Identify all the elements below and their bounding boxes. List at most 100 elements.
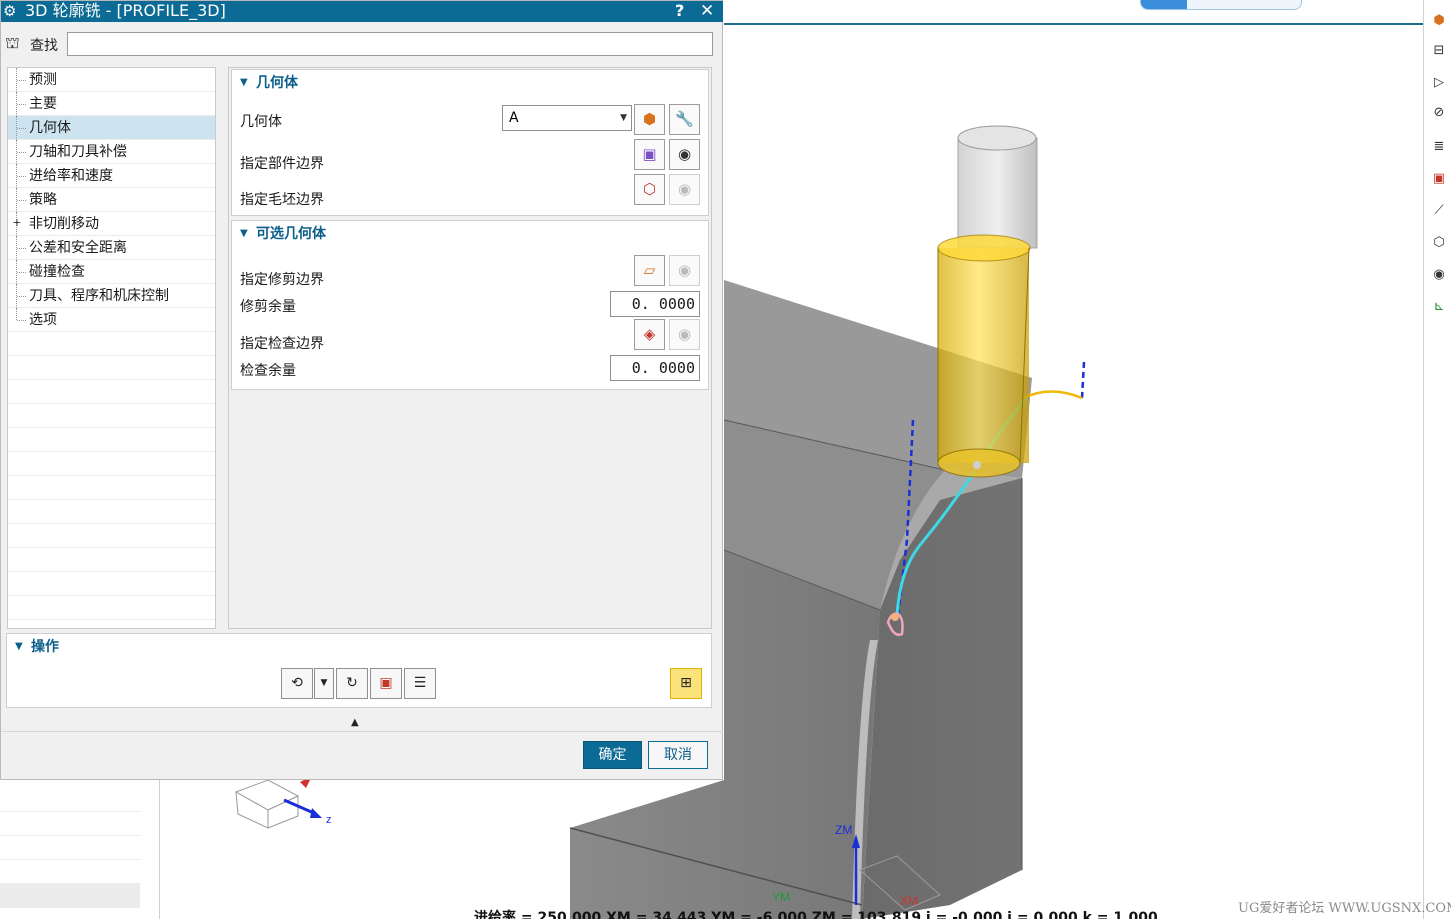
cancel-button[interactable]: 取消 xyxy=(648,741,708,769)
footer-divider xyxy=(1,731,723,732)
retract-path-blue xyxy=(1080,361,1086,399)
status-readout: 进给率 = 250.000 XM = 34.443 YM = -6.000 ZM… xyxy=(474,910,1158,919)
optional-group-header[interactable]: ▼ 可选几何体 xyxy=(232,221,708,247)
tree-item-label: 刀具、程序和机床控制 xyxy=(29,288,169,304)
tree-item-label: 公差和安全距离 xyxy=(29,240,127,256)
geometry-group: ▼ 几何体 几何体 A ▼ ⬢ 🔧 指定部件边界 ▣ ◉ 指定毛坯边界 ⬡ ◉ xyxy=(231,69,709,216)
tree-item-non-cutting-moves[interactable]: + 非切削移动 xyxy=(8,212,215,236)
tree-item-tolerances[interactable]: 公差和安全距离 xyxy=(8,236,215,260)
hide-icon[interactable]: ⊘ xyxy=(1428,102,1450,124)
geometry-select-value: A xyxy=(509,110,519,126)
machine-icon[interactable]: ▣ xyxy=(1428,168,1450,190)
tree-item-label: 进给率和速度 xyxy=(29,168,113,184)
geometry-label: 几何体 xyxy=(240,114,282,130)
list-button[interactable]: ☰ xyxy=(404,668,436,699)
nx-window: ZM YM XM z ⬢ ⊟ ▷ ⊘ ≣ ▣ ⟋ ⬡ ◉ ⊾ ⚙ 3D 轮廓铣 … xyxy=(0,0,1451,919)
ok-button[interactable]: 确定 xyxy=(583,741,642,769)
tool-holder-cylinder xyxy=(957,137,1038,249)
help-button[interactable]: ? xyxy=(675,1,684,21)
trim-stock-label: 修剪余量 xyxy=(240,299,296,315)
view-orientation-cube[interactable]: z xyxy=(234,776,332,829)
dialog-tree: 预测 主要 几何体 刀轴和刀具补偿 进给率和速度 策略 + 非切削移动 公差和安全… xyxy=(7,67,216,629)
resource-bar: ⬢ ⊟ ▷ ⊘ ≣ ▣ ⟋ ⬡ ◉ ⊾ xyxy=(1423,0,1451,919)
operation-navigator-icon[interactable]: ⊟ xyxy=(1428,40,1450,62)
find-input[interactable] xyxy=(67,32,713,56)
check-boundary-button[interactable]: ◈ xyxy=(634,319,665,350)
tree-item-tool-program-machine[interactable]: 刀具、程序和机床控制 xyxy=(8,284,215,308)
cube-icon[interactable]: ⬡ xyxy=(1428,232,1450,254)
edit-geometry-wrench-icon[interactable]: 🔧 xyxy=(669,104,700,135)
tree-item-tool-axis[interactable]: 刀轴和刀具补偿 xyxy=(8,140,215,164)
trim-boundary-label: 指定修剪边界 xyxy=(240,272,324,288)
tree-item-main[interactable]: 主要 xyxy=(8,92,215,116)
ym-axis-label: YM xyxy=(772,890,790,904)
tree-item-feeds-speeds[interactable]: 进给率和速度 xyxy=(8,164,215,188)
geometry-select[interactable]: A ▼ xyxy=(502,105,632,131)
check-stock-label: 检查余量 xyxy=(240,363,296,379)
chevron-down-icon: ▼ xyxy=(620,113,627,123)
verify-button[interactable]: ▣ xyxy=(370,668,402,699)
actions-group: ▼ 操作 ⟲ ▼ ↻ ▣ ☰ ⊞ xyxy=(6,633,712,708)
new-geometry-button[interactable]: ⬢ xyxy=(634,104,665,135)
tree-item-label: 策略 xyxy=(29,192,57,208)
trim-stock-input[interactable]: 0. 0000 xyxy=(610,291,700,317)
dialog-title: 3D 轮廓铣 - [PROFILE_3D] xyxy=(25,1,226,20)
axes-view-icon[interactable]: ⊾ xyxy=(1428,296,1450,318)
cutting-tool[interactable] xyxy=(937,125,1038,478)
display-eye-icon-disabled: ◉ xyxy=(669,255,700,286)
display-eye-icon-disabled: ◉ xyxy=(669,319,700,350)
collapse-arrow-icon[interactable]: ▲ xyxy=(351,717,359,728)
blank-boundary-label: 指定毛坯边界 xyxy=(240,192,324,208)
expand-icon[interactable]: + xyxy=(12,217,22,228)
tree-item-geometry[interactable]: 几何体 xyxy=(8,116,215,140)
chevron-down-icon: ▼ xyxy=(15,641,23,652)
dialog-title-bar[interactable]: ⚙ 3D 轮廓铣 - [PROFILE_3D] ? ✕ xyxy=(1,1,723,22)
tree-item-label: 预测 xyxy=(29,72,57,88)
tree-item-prediction[interactable]: 预测 xyxy=(8,68,215,92)
group-title: 可选几何体 xyxy=(256,226,326,242)
tree-item-label: 非切削移动 xyxy=(29,216,99,232)
close-button[interactable]: ✕ xyxy=(700,1,714,21)
tree-item-label: 几何体 xyxy=(29,120,71,136)
check-stock-input[interactable]: 0. 0000 xyxy=(610,355,700,381)
profile-3d-dialog: ⚙ 3D 轮廓铣 - [PROFILE_3D] ? ✕ ⛫ 查找 预测 主要 几… xyxy=(0,0,723,780)
z-axis-label: z xyxy=(326,814,332,826)
forum-watermark: UG爱好者论坛 WWW.UGSNX.COM xyxy=(1238,901,1451,916)
generate-options-dropdown[interactable]: ▼ xyxy=(314,668,334,699)
cut-path-yellow xyxy=(1023,390,1083,400)
geometry-group-header[interactable]: ▼ 几何体 xyxy=(232,70,708,96)
settings-panel: ▼ 几何体 几何体 A ▼ ⬢ 🔧 指定部件边界 ▣ ◉ 指定毛坯边界 ⬡ ◉ xyxy=(228,67,712,629)
tree-item-strategy[interactable]: 策略 xyxy=(8,188,215,212)
optional-geometry-group: ▼ 可选几何体 指定修剪边界 ▱ ◉ 修剪余量 0. 0000 指定检查边界 ◈… xyxy=(231,220,709,390)
tool-body-yellow xyxy=(938,248,1029,463)
play-icon[interactable]: ▷ xyxy=(1428,72,1450,94)
sequence-icon[interactable]: ≣ xyxy=(1428,136,1450,158)
trim-boundary-button[interactable]: ▱ xyxy=(634,255,665,286)
chevron-down-icon: ▼ xyxy=(240,77,248,88)
replay-button[interactable]: ↻ xyxy=(336,668,368,699)
display-eye-icon[interactable]: ◉ xyxy=(669,139,700,170)
find-label: 查找 xyxy=(30,38,58,54)
tree-item-label: 碰撞检查 xyxy=(29,264,85,280)
actions-group-header[interactable]: ▼ 操作 xyxy=(7,634,711,660)
tree-item-collision-check[interactable]: 碰撞检查 xyxy=(8,260,215,284)
ruler-icon[interactable]: ⟋ xyxy=(1428,200,1450,222)
visibility-icon[interactable]: ◉ xyxy=(1428,264,1450,286)
part-navigator-icon[interactable]: ⬢ xyxy=(1428,10,1450,32)
part-boundary-label: 指定部件边界 xyxy=(240,156,324,172)
blank-boundary-button[interactable]: ⬡ xyxy=(634,174,665,205)
chevron-down-icon: ▼ xyxy=(240,228,248,239)
edit-display-button[interactable]: ⊞ xyxy=(670,668,702,699)
group-title: 几何体 xyxy=(256,75,298,91)
tree-item-label: 刀轴和刀具补偿 xyxy=(29,144,127,160)
part-boundary-button[interactable]: ▣ xyxy=(634,139,665,170)
gear-icon[interactable]: ⚙ xyxy=(3,1,16,21)
display-eye-icon-disabled: ◉ xyxy=(669,174,700,205)
check-boundary-label: 指定检查边界 xyxy=(240,336,324,352)
generate-toolpath-button[interactable]: ⟲ xyxy=(281,668,313,699)
tree-item-label: 主要 xyxy=(29,96,57,112)
tree-item-label: 选项 xyxy=(29,312,57,328)
tree-item-options[interactable]: 选项 xyxy=(8,308,215,332)
zm-axis-label: ZM xyxy=(835,823,852,837)
binoculars-icon: ⛫ xyxy=(5,33,20,52)
